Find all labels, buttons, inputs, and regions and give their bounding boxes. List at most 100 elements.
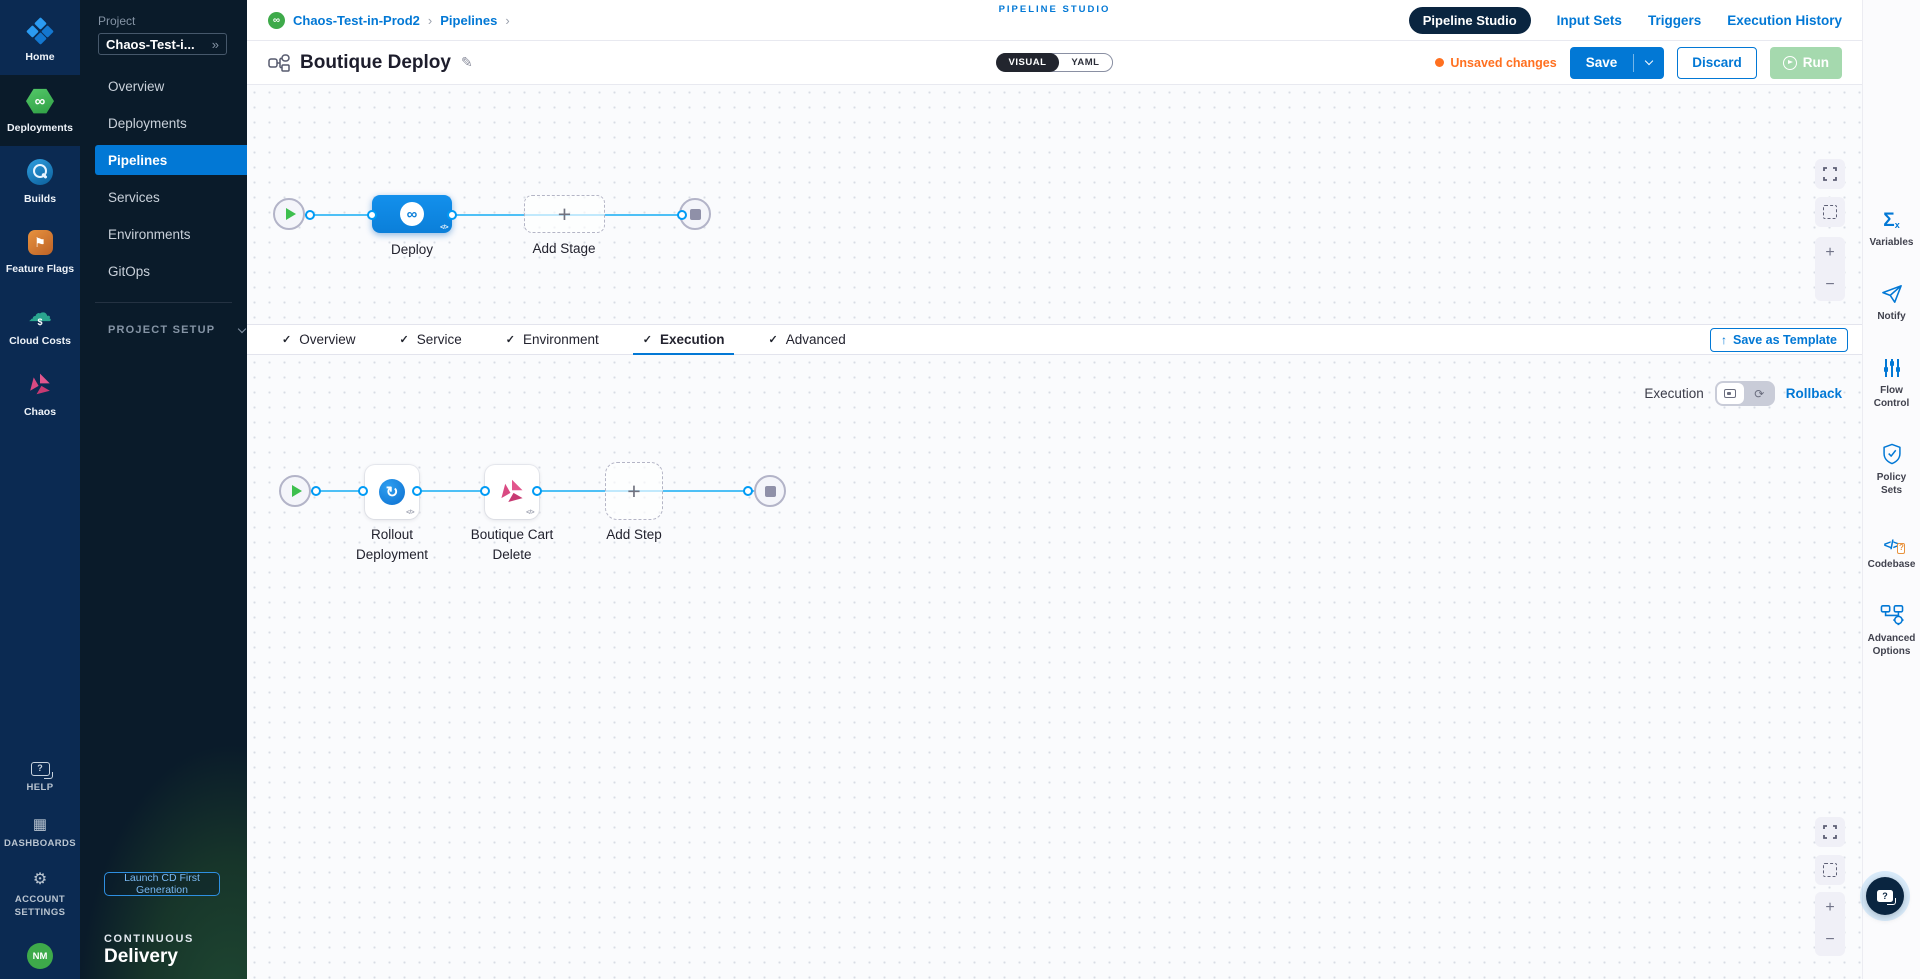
save-button[interactable]: Save bbox=[1570, 47, 1665, 79]
zoom-in-button[interactable]: + bbox=[1825, 245, 1834, 261]
toolbar-flow-control[interactable]: Flow Control bbox=[1863, 356, 1920, 410]
add-stage-button[interactable]: + bbox=[524, 195, 605, 233]
step-label[interactable]: Rollout Deployment bbox=[337, 525, 447, 564]
run-button[interactable]: Run bbox=[1770, 47, 1842, 79]
add-step-button[interactable]: + bbox=[605, 462, 663, 520]
connector-port[interactable] bbox=[532, 486, 542, 496]
zoom-in-button[interactable]: + bbox=[1825, 900, 1834, 916]
save-as-template-button[interactable]: ↑ Save as Template bbox=[1710, 328, 1848, 352]
project-selector-value: Chaos-Test-i... bbox=[106, 37, 195, 52]
nav-module-cloud-costs[interactable]: ☁$ Cloud Costs bbox=[0, 288, 80, 359]
cd-stage-icon: ∞ bbox=[400, 202, 424, 226]
dollar-glyph: $ bbox=[26, 309, 54, 335]
project-setup-section[interactable]: PROJECT SETUP bbox=[108, 324, 247, 336]
connector-port[interactable] bbox=[480, 486, 490, 496]
yaml-toggle-option[interactable]: YAML bbox=[1058, 53, 1112, 72]
sidebar-item-deployments[interactable]: Deployments bbox=[80, 108, 247, 138]
tab-service[interactable]: ✓ Service bbox=[389, 325, 471, 355]
canvas-fullscreen-button[interactable] bbox=[1815, 159, 1845, 189]
breadcrumb-pipelines[interactable]: Pipelines bbox=[440, 13, 497, 28]
play-circle-icon bbox=[1783, 56, 1797, 70]
connector-port[interactable] bbox=[743, 486, 753, 496]
toolbar-notify[interactable]: Notify bbox=[1863, 282, 1920, 323]
project-selector[interactable]: Chaos-Test-i... » bbox=[98, 33, 227, 55]
zoom-out-button[interactable]: − bbox=[1825, 277, 1834, 293]
tab-overview[interactable]: ✓ Overview bbox=[272, 325, 365, 355]
stage-node-deploy[interactable]: ∞ </> bbox=[372, 195, 452, 233]
sidebar-item-services[interactable]: Services bbox=[80, 182, 247, 212]
nav-module-builds[interactable]: Builds bbox=[0, 146, 80, 217]
canvas-fit-button[interactable] bbox=[1815, 197, 1845, 227]
stage-canvas[interactable]: ∞ </> Deploy + Add Stage + − bbox=[247, 85, 1862, 325]
connector-port[interactable] bbox=[305, 210, 315, 220]
toolbar-advanced-options[interactable]: Advanced Options bbox=[1863, 604, 1920, 658]
divider bbox=[95, 302, 232, 303]
pipeline-studio-badge: PIPELINE STUDIO bbox=[982, 0, 1128, 19]
connector-port[interactable] bbox=[412, 486, 422, 496]
module-label: Deployments bbox=[7, 122, 73, 135]
tab-execution[interactable]: ✓ Execution bbox=[633, 325, 735, 355]
sidebar-item-environments[interactable]: Environments bbox=[80, 219, 247, 249]
tab-environment[interactable]: ✓ Environment bbox=[496, 325, 609, 355]
user-avatar[interactable]: NM bbox=[27, 943, 53, 969]
check-icon: ✓ bbox=[768, 333, 777, 346]
support-chat-button[interactable]: ? bbox=[1866, 877, 1904, 915]
canvas-fit-button[interactable] bbox=[1815, 855, 1845, 885]
rollback-mode-button[interactable]: ⟳ bbox=[1746, 383, 1773, 404]
breadcrumb-project[interactable]: Chaos-Test-in-Prod2 bbox=[293, 13, 420, 28]
nav-module-deployments[interactable]: ∞ Deployments bbox=[0, 75, 80, 146]
sidebar-item-pipelines[interactable]: Pipelines bbox=[95, 145, 247, 175]
step-node-boutique-cart-delete[interactable]: </> bbox=[485, 465, 539, 519]
tab-triggers[interactable]: Triggers bbox=[1648, 13, 1701, 28]
canvas-zoom-control[interactable]: + − bbox=[1815, 237, 1845, 301]
execution-mode-button[interactable] bbox=[1717, 383, 1744, 404]
tab-pipeline-studio[interactable]: Pipeline Studio bbox=[1409, 7, 1531, 34]
execution-canvas[interactable]: Execution ⟳ Rollback ↻ </> Rollout Deplo… bbox=[247, 355, 1862, 979]
visual-yaml-toggle[interactable]: VISUAL YAML bbox=[996, 53, 1114, 72]
collapse-icon[interactable]: » bbox=[212, 37, 219, 52]
pipeline-start-node[interactable] bbox=[273, 198, 305, 230]
discard-button[interactable]: Discard bbox=[1677, 47, 1757, 79]
connector-port[interactable] bbox=[311, 486, 321, 496]
execution-rollback-toggle[interactable]: ⟳ bbox=[1715, 381, 1775, 406]
stage-label[interactable]: Deploy bbox=[352, 240, 472, 260]
launch-cd-first-gen-button[interactable]: Launch CD First Generation bbox=[104, 872, 220, 896]
project-nav-items: Overview Deployments Pipelines Services … bbox=[80, 71, 247, 286]
advanced-options-icon bbox=[1880, 604, 1904, 626]
sidebar-item-gitops[interactable]: GitOps bbox=[80, 256, 247, 286]
nav-module-chaos[interactable]: Chaos bbox=[0, 359, 80, 430]
toolbar-codebase[interactable]: </> ? Codebase bbox=[1863, 530, 1920, 571]
dashboards-button[interactable]: ▦ DASHBOARDS bbox=[0, 806, 80, 862]
step-node-rollout-deployment[interactable]: ↻ </> bbox=[365, 465, 419, 519]
rollback-link[interactable]: Rollback bbox=[1786, 386, 1842, 401]
tab-execution-history[interactable]: Execution History bbox=[1727, 13, 1842, 28]
sidebar-item-overview[interactable]: Overview bbox=[80, 71, 247, 101]
save-label[interactable]: Save bbox=[1570, 47, 1634, 79]
connector-port[interactable] bbox=[358, 486, 368, 496]
connector-port[interactable] bbox=[367, 210, 377, 220]
tab-input-sets[interactable]: Input Sets bbox=[1557, 13, 1622, 28]
connector-port[interactable] bbox=[447, 210, 457, 220]
tab-advanced[interactable]: ✓ Advanced bbox=[758, 325, 855, 355]
step-label[interactable]: Boutique Cart Delete bbox=[457, 525, 567, 564]
visual-toggle-option[interactable]: VISUAL bbox=[996, 53, 1060, 72]
execution-start-node[interactable] bbox=[279, 475, 311, 507]
toolbar-variables[interactable]: Σx Variables bbox=[1863, 208, 1920, 249]
account-settings-button[interactable]: ⚙ ACCOUNT SETTINGS bbox=[5, 861, 75, 931]
help-button[interactable]: ? HELP bbox=[23, 751, 58, 806]
main-area: ∞ Chaos-Test-in-Prod2 › Pipelines › PIPE… bbox=[247, 0, 1862, 979]
canvas-fullscreen-button[interactable] bbox=[1815, 817, 1845, 847]
edit-title-icon[interactable]: ✎ bbox=[461, 54, 473, 71]
add-stage-label[interactable]: Add Stage bbox=[504, 239, 624, 259]
header-breadcrumb-row: ∞ Chaos-Test-in-Prod2 › Pipelines › PIPE… bbox=[247, 0, 1862, 41]
execution-end-node[interactable] bbox=[754, 475, 786, 507]
canvas-zoom-control[interactable]: + − bbox=[1815, 892, 1845, 956]
toolbar-policy-sets[interactable]: Policy Sets bbox=[1863, 443, 1920, 497]
nav-module-home[interactable]: Home bbox=[0, 6, 80, 75]
execution-mode-header: Execution ⟳ Rollback bbox=[1644, 381, 1842, 406]
zoom-out-button[interactable]: − bbox=[1825, 932, 1834, 948]
add-step-label[interactable]: Add Step bbox=[584, 525, 684, 545]
nav-module-feature-flags[interactable]: ⚑ Feature Flags bbox=[0, 217, 80, 287]
save-dropdown-button[interactable] bbox=[1634, 47, 1664, 79]
connector-port[interactable] bbox=[677, 210, 687, 220]
